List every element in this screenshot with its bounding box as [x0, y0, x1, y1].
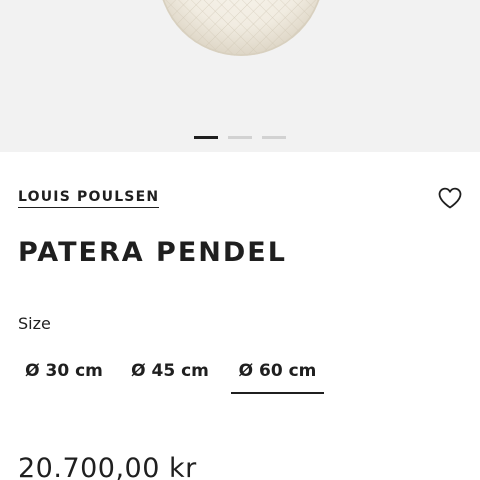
- size-option-30[interactable]: Ø 30 cm: [18, 356, 110, 392]
- product-image: [158, 0, 324, 56]
- size-selector: Ø 30 cm Ø 45 cm Ø 60 cm: [0, 356, 480, 396]
- size-label: Size: [18, 314, 51, 333]
- carousel-dot-1[interactable]: [194, 136, 218, 139]
- heart-outline-icon[interactable]: [437, 186, 463, 210]
- size-option-45[interactable]: Ø 45 cm: [124, 356, 216, 392]
- carousel-dot-3[interactable]: [262, 136, 286, 139]
- size-option-60-selected[interactable]: Ø 60 cm: [231, 356, 324, 394]
- product-price: 20.700,00 kr: [18, 453, 197, 480]
- carousel-dot-2[interactable]: [228, 136, 252, 139]
- product-title: PATERA PENDEL: [18, 237, 287, 268]
- product-image-carousel[interactable]: [0, 0, 480, 152]
- product-page: LOUIS POULSEN PATERA PENDEL Size Ø 30 cm…: [0, 0, 480, 480]
- brand-link[interactable]: LOUIS POULSEN: [18, 189, 160, 208]
- carousel-pagination: [194, 136, 286, 139]
